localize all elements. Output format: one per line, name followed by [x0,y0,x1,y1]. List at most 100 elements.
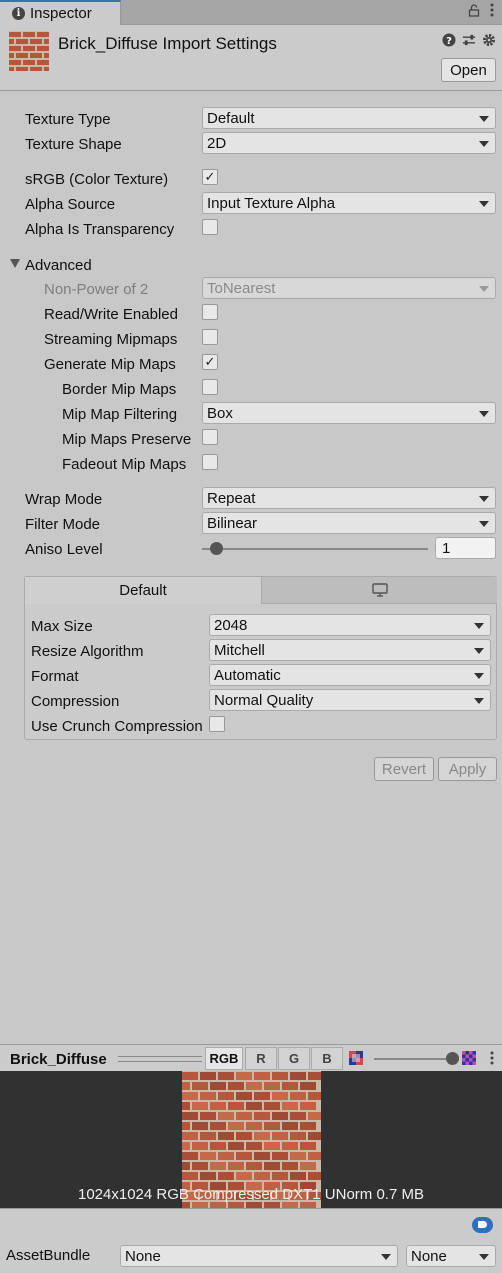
tab-inspector[interactable]: i Inspector [0,0,121,25]
compression-dropdown[interactable]: Normal Quality [209,689,491,711]
read-write-checkbox[interactable] [202,304,218,320]
texture-thumbnail [9,31,49,71]
filter-mode-dropdown[interactable]: Bilinear [202,512,496,534]
dropdown-arrow-icon [479,116,489,122]
inspector-header: Brick_Diffuse Import Settings ? Open [0,25,502,91]
mip-maps-preserve-checkbox[interactable] [202,429,218,445]
help-icon[interactable]: ? [442,33,456,47]
alpha-transparency-label: Alpha Is Transparency [25,221,175,238]
format-label: Format [31,668,79,685]
aniso-level-slider[interactable] [202,548,428,550]
texture-preview: 1024x1024 RGB Compressed DXT1 UNorm 0.7 … [0,1071,502,1208]
dropdown-arrow-icon [479,411,489,417]
max-size-value: 2048 [214,616,248,634]
aniso-level-label: Aniso Level [25,541,103,558]
tab-controls [468,3,494,20]
preset-icon[interactable] [462,33,476,47]
channel-r-button[interactable]: R [245,1047,277,1070]
mip-maps-preserve-label: Mip Maps Preserve [62,431,192,448]
mip-level-slider[interactable] [374,1058,452,1060]
generate-mip-maps-label: Generate Mip Maps [44,356,176,373]
dropdown-arrow-icon [479,496,489,502]
texture-info: 1024x1024 RGB Compressed DXT1 UNorm 0.7 … [78,1186,424,1203]
format-dropdown[interactable]: Automatic [209,664,491,686]
preview-drag-handle[interactable] [118,1056,202,1062]
mip-map-filtering-value: Box [207,404,233,422]
compression-row: Compression Normal Quality [0,689,502,713]
fadeout-mip-maps-label: Fadeout Mip Maps [62,456,187,473]
fadeout-mip-maps-checkbox[interactable] [202,454,218,470]
filter-mode-label: Filter Mode [25,516,101,533]
non-power-of-2-dropdown: ToNearest [202,277,496,299]
open-button[interactable]: Open [441,58,496,82]
wrap-mode-dropdown[interactable]: Repeat [202,487,496,509]
texture-type-row: Texture Type Default [0,107,502,131]
advanced-label: Advanced [25,257,92,274]
streaming-mipmaps-checkbox[interactable] [202,329,218,345]
apply-button[interactable]: Apply [438,757,497,781]
compression-value: Normal Quality [214,691,314,709]
aniso-level-field[interactable]: 1 [435,537,496,559]
mip-large-icon [462,1051,476,1065]
tab-default-platform[interactable]: Default [25,577,262,604]
alpha-transparency-row: Alpha Is Transparency [0,217,502,241]
aniso-level-slider-handle[interactable] [209,542,223,555]
assetbundle-name-dropdown[interactable]: None [120,1245,398,1267]
filter-mode-row: Filter Mode Bilinear [0,512,502,536]
mip-map-filtering-dropdown[interactable]: Box [202,402,496,424]
alpha-transparency-checkbox[interactable] [202,219,218,235]
aniso-level-row: Aniso Level 1 [0,537,502,561]
dropdown-arrow-icon [479,201,489,207]
alpha-source-dropdown[interactable]: Input Texture Alpha [202,192,496,214]
non-power-of-2-value: ToNearest [207,279,276,297]
dropdown-arrow-icon [479,1254,489,1260]
read-write-row: Read/Write Enabled [0,302,502,326]
monitor-icon [371,583,388,597]
wrap-mode-label: Wrap Mode [25,491,103,508]
max-size-dropdown[interactable]: 2048 [209,614,491,636]
preview-toolbar: Brick_Diffuse RGB R G B [0,1044,502,1071]
max-size-label: Max Size [31,618,93,635]
non-power-of-2-label: Non-Power of 2 [44,281,149,298]
assetbundle-variant-value: None [411,1247,447,1265]
revert-button[interactable]: Revert [374,757,434,781]
advanced-foldout[interactable]: Advanced [0,253,502,277]
tab-menu-icon[interactable] [490,3,494,20]
generate-mip-maps-checkbox[interactable]: ✓ [202,354,218,370]
srgb-label: sRGB (Color Texture) [25,171,169,188]
texture-type-dropdown[interactable]: Default [202,107,496,129]
fadeout-mip-maps-row: Fadeout Mip Maps [0,452,502,476]
resize-algorithm-label: Resize Algorithm [31,643,144,660]
srgb-checkbox[interactable]: ✓ [202,169,218,185]
non-power-of-2-row: Non-Power of 2 ToNearest [0,277,502,301]
border-mip-maps-checkbox[interactable] [202,379,218,395]
border-mip-maps-label: Border Mip Maps [62,381,177,398]
max-size-row: Max Size 2048 [0,614,502,638]
mip-level-slider-handle[interactable] [446,1052,459,1065]
read-write-label: Read/Write Enabled [44,306,178,323]
wrap-mode-value: Repeat [207,489,256,507]
label-tag-icon[interactable] [472,1217,493,1233]
header-title: Brick_Diffuse Import Settings [58,34,277,53]
resize-algorithm-row: Resize Algorithm Mitchell [0,639,502,663]
dropdown-arrow-icon [474,673,484,679]
lock-icon[interactable] [468,3,480,20]
dropdown-arrow-icon [479,521,489,527]
channel-rgb-button[interactable]: RGB [205,1047,243,1070]
resize-algorithm-dropdown[interactable]: Mitchell [209,639,491,661]
assetbundle-variant-dropdown[interactable]: None [406,1245,496,1267]
wrap-mode-row: Wrap Mode Repeat [0,487,502,511]
border-mip-maps-row: Border Mip Maps [0,377,502,401]
texture-shape-dropdown[interactable]: 2D [202,132,496,154]
dropdown-arrow-icon [479,286,489,292]
crunch-checkbox[interactable] [209,716,225,732]
alpha-source-value: Input Texture Alpha [207,194,336,212]
tab-standalone-platform[interactable] [262,577,497,604]
gear-icon[interactable] [482,33,496,47]
crunch-row: Use Crunch Compression [0,714,502,738]
channel-b-button[interactable]: B [311,1047,343,1070]
foldout-expanded-icon [10,259,20,268]
texture-type-value: Default [207,109,255,127]
channel-g-button[interactable]: G [278,1047,310,1070]
preview-menu-icon[interactable] [490,1051,494,1065]
